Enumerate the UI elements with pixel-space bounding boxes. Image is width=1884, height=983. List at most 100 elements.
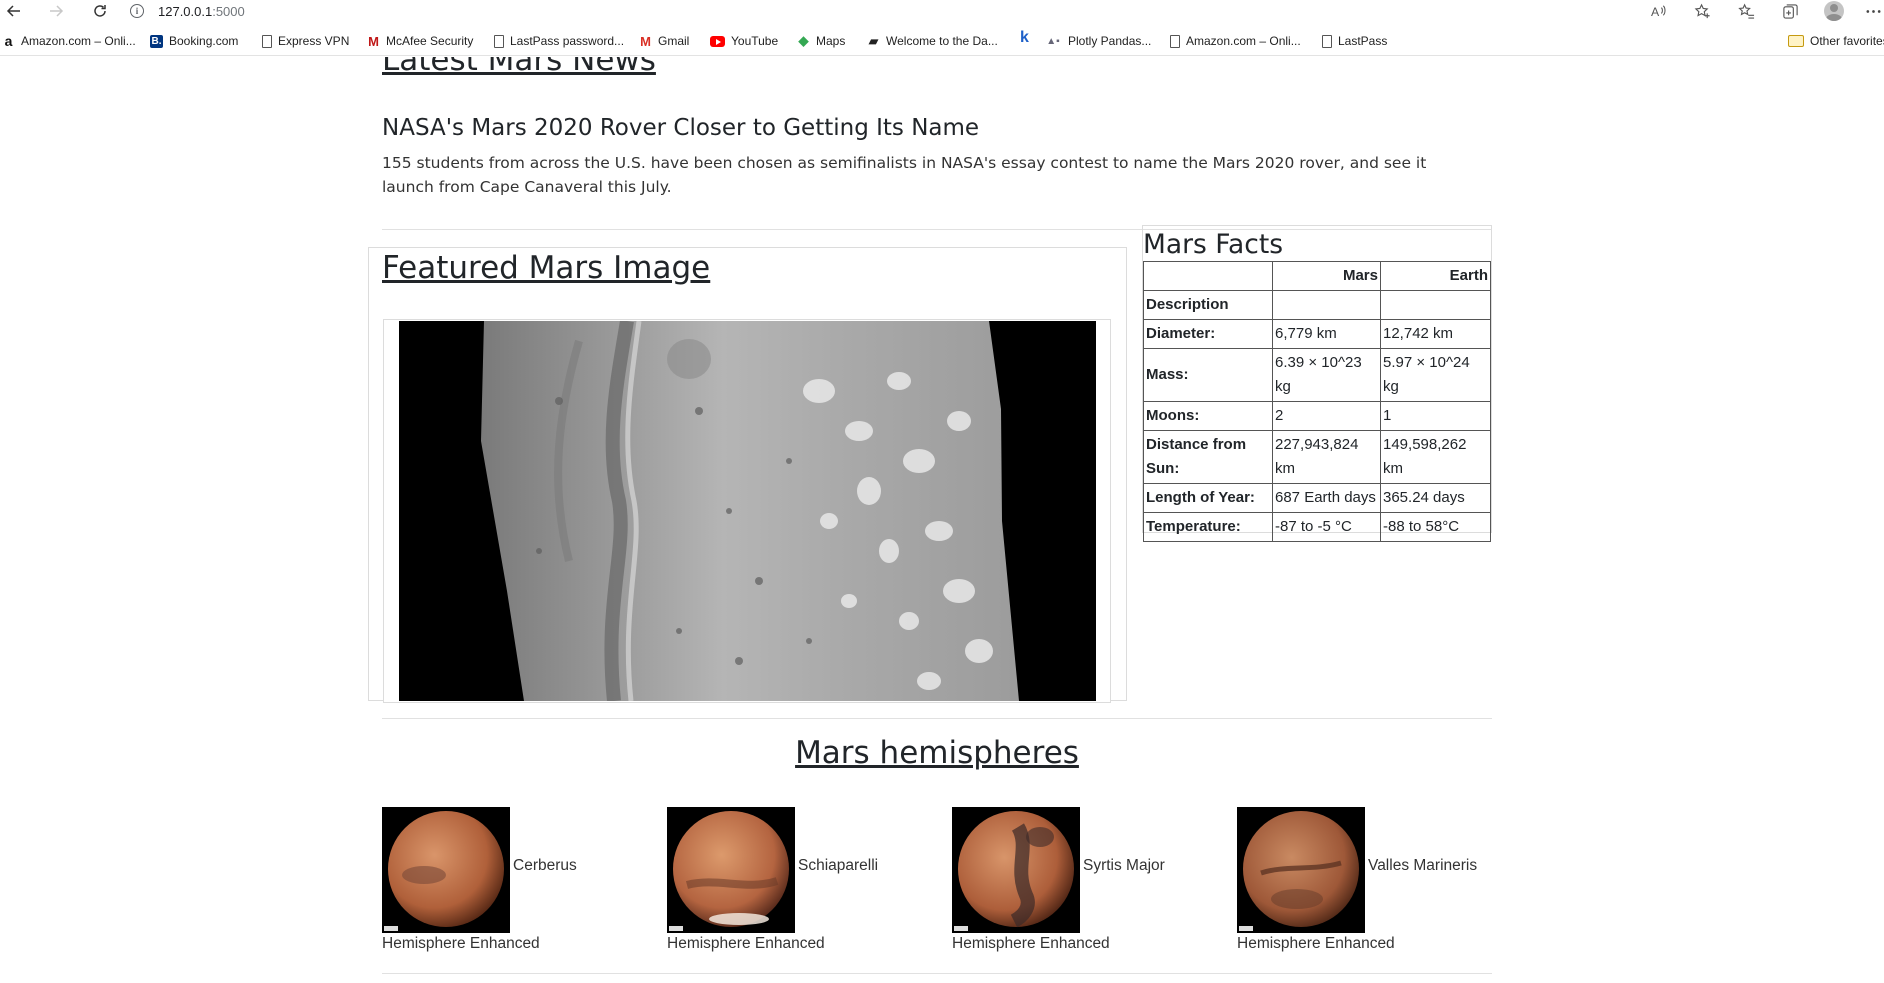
hemispheres-title: Mars hemispheres	[795, 735, 1079, 771]
arrow-left-icon	[6, 5, 20, 17]
more-button[interactable]	[1862, 0, 1884, 22]
earth-value: 5.97 × 10^24 kg	[1380, 348, 1491, 402]
hemisphere-thumbnail[interactable]	[382, 807, 510, 933]
maps-icon: ◆	[798, 33, 809, 48]
youtube-icon	[710, 35, 725, 47]
bookmark-lastpass-password[interactable]: LastPass password...	[494, 34, 624, 48]
arrow-right-icon	[50, 5, 64, 17]
earth-value: 149,598,262 km	[1380, 430, 1491, 484]
bookmark-label: LastPass password...	[510, 34, 625, 48]
row-label: Description	[1143, 290, 1273, 320]
hemisphere-subtitle: Hemisphere Enhanced	[667, 935, 825, 952]
table-row: Diameter: 6,779 km 12,742 km	[1143, 319, 1491, 349]
mars-facts-table: Mars Earth Description Diameter: 6,779 k…	[1143, 261, 1491, 542]
table-row: Temperature: -87 to -5 °C -88 to 58°C	[1143, 512, 1491, 542]
featured-mars-image[interactable]	[399, 321, 1096, 701]
bookmark-lastpass[interactable]: LastPass	[1322, 34, 1387, 48]
read-aloud-button[interactable]: A	[1644, 0, 1672, 22]
add-favorite-button[interactable]	[1688, 0, 1716, 22]
hemisphere-subtitle: Hemisphere Enhanced	[952, 935, 1110, 952]
book-icon: ▰	[868, 34, 879, 48]
bookmark-label: Gmail	[658, 34, 690, 48]
row-label: Temperature:	[1143, 512, 1273, 542]
news-headline: NASA's Mars 2020 Rover Closer to Getting…	[382, 115, 980, 141]
bookmark-plotly[interactable]: ▲▪ Plotly Pandas...	[1044, 34, 1151, 48]
bookmark-youtube[interactable]: YouTube	[710, 34, 778, 48]
table-header-mars: Mars	[1272, 261, 1381, 291]
url-field[interactable]: i 127.0.0.1:5000	[130, 0, 1750, 22]
mars-value: 6.39 × 10^23 kg	[1272, 348, 1381, 402]
hemisphere-name: Cerberus	[513, 857, 577, 874]
bookmark-label: Plotly Pandas...	[1068, 34, 1152, 48]
row-label: Length of Year:	[1143, 483, 1273, 513]
featured-image-frame	[383, 319, 1111, 703]
bookmarks-bar: a Amazon.com – Onli... B. Booking.com Expr…	[0, 28, 1884, 56]
bookmark-express-vpn[interactable]: Express VPN	[262, 34, 349, 48]
refresh-button[interactable]	[88, 0, 112, 22]
avatar	[1824, 1, 1844, 21]
bookmark-maps[interactable]: ◆ Maps	[797, 33, 846, 48]
hemisphere-name: Valles Marineris	[1368, 857, 1478, 874]
hemisphere-thumbnail[interactable]	[1237, 807, 1365, 933]
collections-icon	[1782, 3, 1798, 19]
bookmark-mcafee[interactable]: M McAfee Security	[367, 33, 474, 49]
mars-value: 2	[1272, 401, 1381, 431]
address-bar: i 127.0.0.1:5000 A	[0, 0, 1884, 26]
table-row: Length of Year: 687 Earth days 365.24 da…	[1143, 483, 1491, 513]
table-row: Description	[1143, 290, 1491, 320]
earth-value	[1380, 290, 1491, 320]
table-row: Mass: 6.39 × 10^23 kg 5.97 × 10^24 kg	[1143, 348, 1491, 402]
divider	[382, 973, 1492, 974]
forward-button[interactable]	[44, 0, 68, 22]
collections-button[interactable]	[1776, 0, 1804, 22]
table-row: Distance from Sun: 227,943,824 km 149,59…	[1143, 430, 1491, 484]
folder-icon	[1788, 35, 1804, 47]
bookmark-gmail[interactable]: M Gmail	[639, 34, 690, 49]
mars-facts-title: Mars Facts	[1143, 229, 1284, 260]
hemisphere-subtitle: Hemisphere Enhanced	[382, 935, 540, 952]
earth-value: 365.24 days	[1380, 483, 1491, 513]
bookmark-amazon-2[interactable]: Amazon.com – Onli...	[1170, 34, 1301, 48]
bookmark-label: Amazon.com – Onli...	[1186, 34, 1301, 48]
bookmark-label: LastPass	[1338, 34, 1388, 48]
svg-text:A: A	[1650, 5, 1659, 19]
earth-value: 12,742 km	[1380, 319, 1491, 349]
page-viewport: Latest Mars News NASA's Mars 2020 Rover …	[0, 57, 1884, 983]
other-favorites[interactable]: Other favorites	[1788, 34, 1884, 48]
bookmark-amazon[interactable]: a Amazon.com – Onli...	[2, 33, 136, 49]
profile-button[interactable]	[1820, 0, 1848, 22]
mcafee-icon: M	[368, 33, 379, 49]
mars-value: -87 to -5 °C	[1272, 512, 1381, 542]
mars-value	[1272, 290, 1381, 320]
hemisphere-card-cerberus[interactable]: Cerberus Hemisphere Enhanced	[382, 807, 667, 977]
back-button[interactable]	[2, 0, 26, 22]
bookmark-label: Booking.com	[169, 34, 239, 48]
hemisphere-card-syrtis-major[interactable]: Syrtis Major Hemisphere Enhanced	[952, 807, 1237, 977]
row-label: Diameter:	[1143, 319, 1273, 349]
bookmark-welcome[interactable]: ▰ Welcome to the Da...	[867, 34, 998, 48]
table-row: Moons: 2 1	[1143, 401, 1491, 431]
divider	[382, 718, 1492, 719]
info-icon[interactable]: i	[130, 4, 144, 18]
table-header-earth: Earth	[1380, 261, 1491, 291]
document-icon	[1170, 34, 1180, 48]
k-icon: k	[1020, 28, 1029, 46]
hemisphere-name: Schiaparelli	[798, 857, 879, 874]
refresh-icon	[94, 5, 106, 17]
document-icon	[494, 34, 504, 48]
hemisphere-thumbnail[interactable]	[952, 807, 1080, 933]
hemisphere-card-schiaparelli[interactable]: Schiaparelli Hemisphere Enhanced	[667, 807, 952, 977]
favorites-button[interactable]	[1732, 0, 1760, 22]
hemisphere-card-valles-marineris[interactable]: Valles Marineris Hemisphere Enhanced	[1237, 807, 1522, 977]
favorites-icon	[1737, 3, 1754, 19]
more-icon	[1866, 9, 1880, 13]
bookmark-label: Welcome to the Da...	[886, 34, 998, 48]
bookmark-booking[interactable]: B. Booking.com	[150, 34, 238, 48]
read-aloud-icon: A	[1650, 5, 1666, 19]
row-label: Mass:	[1143, 348, 1273, 402]
bookmark-label: McAfee Security	[386, 34, 474, 48]
hemisphere-thumbnail[interactable]	[667, 807, 795, 933]
bookmark-k[interactable]: k	[1018, 28, 1037, 46]
row-label: Distance from Sun:	[1143, 430, 1273, 484]
table-header-cell	[1143, 261, 1273, 291]
